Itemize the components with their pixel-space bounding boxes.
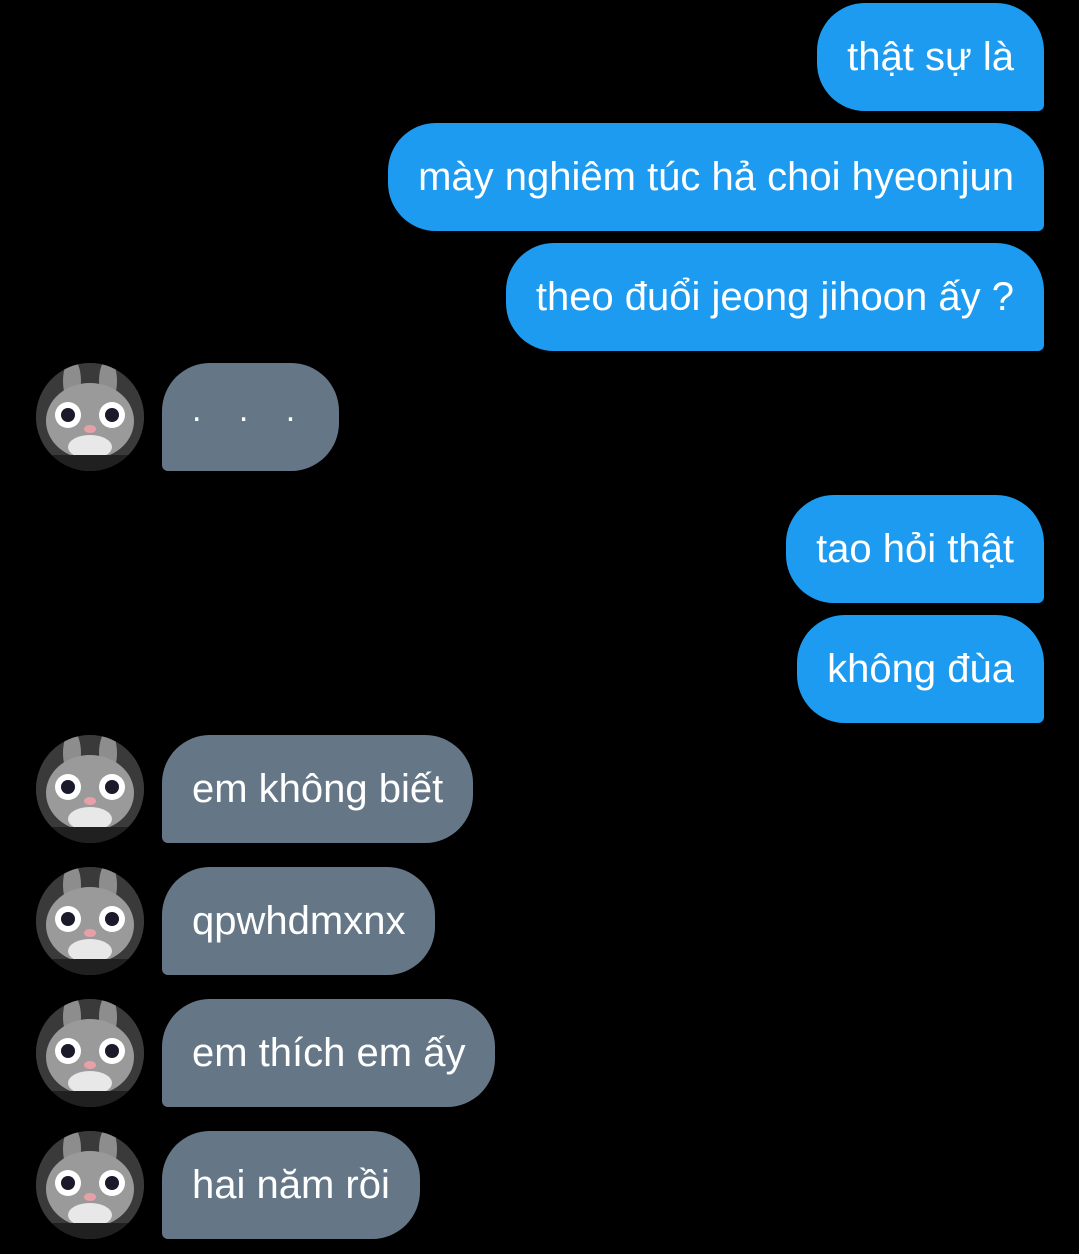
bunny-mascot-avatar-icon[interactable] (36, 735, 144, 843)
message-text: em không biết (192, 766, 444, 811)
message-text: mày nghiêm túc hả choi hyeonjun (418, 154, 1014, 199)
sent-message[interactable]: tao hỏi thật (786, 495, 1044, 603)
message-text: thật sự là (847, 34, 1014, 79)
received-message[interactable]: . . . (162, 363, 340, 471)
message-text: không đùa (827, 646, 1014, 691)
chat-thread: thật sự là mày nghiêm túc hả choi hyeonj… (0, 0, 1079, 1254)
sent-message[interactable]: theo đuổi jeong jihoon ấy ? (505, 243, 1044, 351)
received-message[interactable]: em thích em ấy (162, 999, 496, 1107)
bunny-mascot-avatar-icon[interactable] (36, 363, 144, 471)
message-text: theo đuổi jeong jihoon ấy ? (535, 274, 1014, 319)
received-message[interactable]: qpwhdmxnx (162, 867, 436, 975)
sent-message[interactable]: thật sự là (817, 3, 1044, 111)
sent-message[interactable]: mày nghiêm túc hả choi hyeonjun (388, 123, 1044, 231)
received-message[interactable]: hai năm rồi (162, 1131, 420, 1239)
message-text: tao hỏi thật (816, 526, 1014, 571)
bunny-mascot-avatar-icon[interactable] (36, 867, 144, 975)
message-text: hai năm rồi (192, 1162, 390, 1207)
message-text: . . . (192, 390, 310, 429)
received-message[interactable]: em không biết (162, 735, 474, 843)
bunny-mascot-avatar-icon[interactable] (36, 999, 144, 1107)
message-text: em thích em ấy (192, 1030, 466, 1075)
message-text: qpwhdmxnx (192, 898, 406, 943)
bunny-mascot-avatar-icon[interactable] (36, 1131, 144, 1239)
sent-message[interactable]: không đùa (797, 615, 1044, 723)
